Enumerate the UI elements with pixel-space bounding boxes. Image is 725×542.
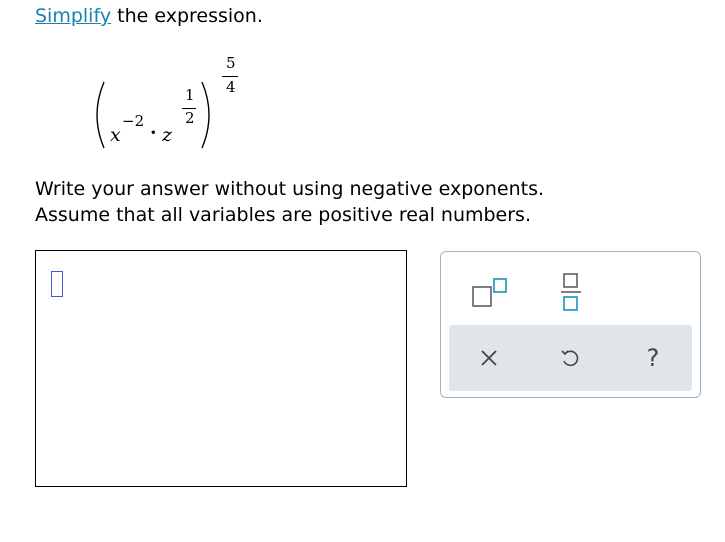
clear-icon [481,350,497,366]
left-paren [96,81,105,149]
math-palette: ? [440,251,701,398]
instruction-rest: the expression. [111,5,263,27]
superscript-icon [472,278,507,307]
fraction-icon [561,273,581,311]
answer-input[interactable] [35,250,407,487]
help-button[interactable]: ? [635,340,671,376]
clear-button[interactable] [471,340,507,376]
outer-exponent-fraction-bar [222,76,238,77]
multiply-dot: · [150,122,157,144]
exponent-z-numerator: 1 [185,86,195,104]
undo-icon [561,350,579,367]
superscript-button[interactable] [471,276,511,310]
base-x: x [110,124,121,146]
outer-exponent-denominator: 4 [226,78,236,96]
exponent-x: −2 [122,112,145,130]
palette-actions: ? [449,325,692,391]
simplify-link[interactable]: Simplify [35,5,111,27]
directions-line-1: Write your answer without using negative… [35,178,545,200]
help-icon: ? [646,344,660,372]
exponent-z-denominator: 2 [185,109,195,127]
outer-exponent-numerator: 5 [226,54,236,72]
fraction-button[interactable] [559,272,583,312]
math-expression: x −2 · z 1 2 5 4 [92,50,252,160]
directions: Write your answer without using negative… [35,176,544,228]
right-paren [201,81,210,149]
instruction-text: Simplify the expression. [35,5,263,27]
input-cursor-slot [51,271,63,297]
base-z: z [162,124,173,146]
undo-button[interactable] [552,340,588,376]
directions-line-2: Assume that all variables are positive r… [35,204,531,226]
